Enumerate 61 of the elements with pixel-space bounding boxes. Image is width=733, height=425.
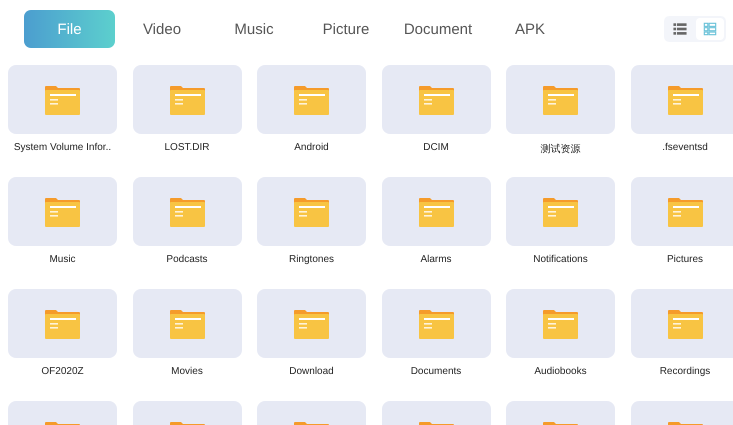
folder-icon <box>293 84 330 116</box>
tab[interactable]: Document <box>392 10 484 48</box>
folder-tile[interactable] <box>506 289 615 358</box>
folder-name: Alarms <box>420 254 452 265</box>
folder-tile[interactable] <box>506 177 615 246</box>
folder-icon <box>542 196 579 228</box>
tab[interactable]: APK <box>484 10 576 48</box>
folder-name: LOST.DIR <box>164 142 210 153</box>
folder-icon <box>418 84 454 116</box>
folder-icon <box>168 308 206 340</box>
tab[interactable]: Music <box>208 10 300 48</box>
folder-name: OF2020Z <box>41 366 84 377</box>
folder-tile[interactable] <box>382 177 490 246</box>
folder-tile[interactable] <box>8 65 117 134</box>
folder-name: DCIM <box>423 142 449 153</box>
folder-tile[interactable] <box>630 177 733 246</box>
folder-icon <box>44 84 81 116</box>
folder-name: Music <box>49 254 76 265</box>
folder-tile[interactable] <box>382 65 490 134</box>
folder-name: Ringtones <box>288 254 334 265</box>
folder-name: Pictures <box>666 254 704 265</box>
folder-tile[interactable] <box>132 177 242 246</box>
folder-name: Download <box>289 366 334 377</box>
folder-tile[interactable] <box>132 289 242 358</box>
list-icon <box>673 22 687 36</box>
folder-name: Podcasts <box>166 254 208 265</box>
folder-tile[interactable] <box>630 65 733 134</box>
folder-icon <box>666 196 704 228</box>
folder-tile[interactable] <box>506 65 615 134</box>
folder-icon <box>542 308 579 340</box>
folder-name: Audiobooks <box>534 366 587 377</box>
folder-name: Documents <box>410 366 462 377</box>
folder-name: 测试资源 <box>540 142 580 156</box>
folder-tile[interactable] <box>132 65 242 134</box>
folder-icon <box>44 308 81 340</box>
folder-tile[interactable] <box>382 289 490 358</box>
folder-icon <box>666 308 704 340</box>
folder-tile[interactable] <box>8 177 117 246</box>
folder-name: Notifications <box>533 254 588 265</box>
folder-name: System Volume Infor.. <box>14 142 112 153</box>
folder-name: .fseventsd <box>662 142 708 153</box>
folder-icon <box>418 308 454 340</box>
folder-icon <box>44 196 81 228</box>
folder-tile[interactable] <box>630 289 733 358</box>
grid-icon <box>703 22 717 36</box>
folder-tile[interactable] <box>257 65 366 134</box>
folder-name: Movies <box>171 366 203 377</box>
folder-icon <box>168 84 206 116</box>
folder-tile[interactable] <box>257 289 366 358</box>
folder-icon <box>418 196 454 228</box>
tab[interactable]: Video <box>116 10 208 48</box>
folder-tile[interactable] <box>257 177 366 246</box>
folder-icon <box>293 196 330 228</box>
folder-name: Recordings <box>660 366 710 377</box>
folder-icon <box>542 84 579 116</box>
folder-icon <box>168 196 206 228</box>
folder-icon <box>293 308 330 340</box>
folder-icon <box>666 84 704 116</box>
folder-name: Android <box>294 142 329 153</box>
folder-tile[interactable] <box>8 289 117 358</box>
tab[interactable]: Picture <box>300 10 392 48</box>
